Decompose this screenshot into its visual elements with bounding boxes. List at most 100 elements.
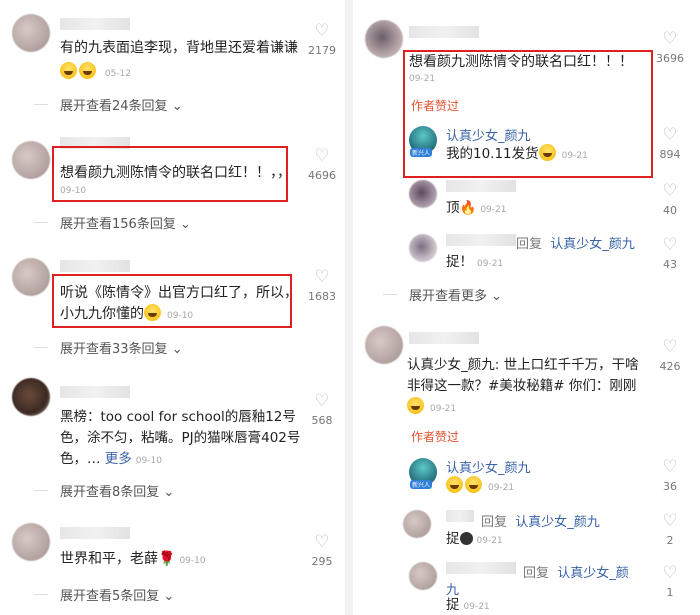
username-blurred[interactable] <box>446 562 516 574</box>
username-blurred[interactable] <box>409 26 479 38</box>
like-button[interactable]: ♡ 36 <box>650 458 690 493</box>
comment-time: 05-12 <box>104 69 132 79</box>
like-count: 2179 <box>308 44 336 57</box>
laugh-emoji-icon <box>79 62 96 79</box>
heart-icon: ♡ <box>314 267 330 287</box>
username-blurred[interactable] <box>60 18 130 30</box>
username-blurred[interactable] <box>409 332 479 344</box>
comment-text: 世界和平，老薛🌹 09-10 <box>60 551 206 567</box>
avatar[interactable] <box>12 141 50 179</box>
comment-text: 有的九表面追李现，背地里还爱着谦谦 <box>60 40 298 56</box>
comment-item: 世界和平，老薛🌹 09-10 ♡ 295 展开查看5条回复 ⌄ <box>0 515 345 615</box>
heart-icon: ♡ <box>314 532 330 552</box>
heart-icon: ♡ <box>314 21 330 41</box>
username-blurred[interactable] <box>446 234 516 246</box>
heart-icon: ♡ <box>662 29 678 49</box>
comment-item: 黑榜：too cool for school的唇釉12号 色，涂不匀，粘嘴。PJ… <box>0 372 345 507</box>
grin-emoji-icon <box>144 304 161 321</box>
like-button[interactable]: ♡ 295 <box>302 533 342 568</box>
heart-icon: ♡ <box>662 235 678 255</box>
comment-time: 09-10 <box>167 311 194 321</box>
reply-target-name[interactable]: 认真少女_颜九 <box>515 515 600 530</box>
reply-target-name[interactable]: 认真少女_颜九 <box>550 237 635 252</box>
rose-icon: 🌹 <box>158 551 176 567</box>
laugh-emoji-icon <box>446 476 463 493</box>
like-count: 2 <box>666 534 674 547</box>
like-count: 4696 <box>308 169 336 182</box>
reply-author-name[interactable]: 认真少女_颜九 <box>446 457 531 476</box>
author-liked-tag: 作者赞过 <box>411 99 460 113</box>
chevron-down-icon: ⌄ <box>163 485 175 500</box>
heart-icon: ♡ <box>662 511 678 531</box>
comment-time: 09-10 <box>60 186 87 196</box>
reply-target: 回复 认真少女_颜九 <box>516 237 635 252</box>
reply-target-name[interactable]: 认真少女_颜 <box>557 566 629 581</box>
like-count: 3696 <box>656 52 684 65</box>
reply-time: 09-21 <box>463 602 490 612</box>
laugh-emoji-icon <box>60 62 77 79</box>
heart-icon: ♡ <box>662 181 678 201</box>
avatar[interactable] <box>409 562 437 590</box>
comment-text: 认真少女_颜九: 世上口红千千万，干啥 非得这一款？#美妆秘籍# 你们：刚刚 0… <box>407 357 639 414</box>
column-divider <box>345 0 353 615</box>
more-link[interactable]: 更多 <box>105 451 132 467</box>
author-avatar[interactable] <box>409 458 437 489</box>
avatar[interactable] <box>12 523 50 561</box>
username-blurred[interactable] <box>446 510 474 522</box>
like-count: 568 <box>311 414 333 427</box>
reply-author-name[interactable]: 认真少女_颜九 <box>446 125 531 144</box>
expand-replies-link[interactable]: 展开查看5条回复 ⌄ <box>33 585 174 604</box>
username-blurred[interactable] <box>446 180 516 192</box>
laugh-emoji-icon <box>465 476 482 493</box>
reply-time: 09-21 <box>488 483 515 493</box>
laugh-emoji-icon <box>407 397 424 414</box>
like-button[interactable]: ♡ 2 <box>650 512 690 547</box>
expand-replies-link[interactable]: 展开查看33条回复 ⌄ <box>34 338 183 357</box>
expand-replies-link[interactable]: 展开查看156条回复 ⌄ <box>34 213 191 232</box>
like-button[interactable]: ♡ 3696 <box>650 30 690 65</box>
like-button[interactable]: ♡ 4696 <box>302 147 342 182</box>
like-count: 1683 <box>308 290 336 303</box>
dark-emoji-icon <box>459 532 473 545</box>
comment-time: 09-10 <box>135 456 162 466</box>
avatar[interactable] <box>409 234 437 262</box>
like-count: 40 <box>663 204 677 217</box>
username-blurred[interactable] <box>60 386 130 398</box>
comment-meta: 05-12 <box>60 62 131 79</box>
comment-text: 想看颜九测陈情令的联名口红！！，， <box>60 165 291 181</box>
username-blurred[interactable] <box>60 527 130 539</box>
like-button[interactable]: ♡ 40 <box>650 182 690 217</box>
like-button[interactable]: ♡ 1683 <box>302 268 342 303</box>
avatar[interactable] <box>365 326 403 364</box>
reply-target: 回复 认真少女_颜九 <box>481 515 600 530</box>
like-button[interactable]: ♡ 2179 <box>302 22 342 57</box>
username-blurred[interactable] <box>60 260 130 272</box>
reply-text: 顶🔥 09-21 <box>446 200 507 216</box>
laugh-emoji-icon <box>538 144 556 161</box>
like-button[interactable]: ♡ 568 <box>302 392 342 427</box>
like-button[interactable]: ♡ 1 <box>650 564 690 599</box>
left-comment-list: 有的九表面追李现，背地里还爱着谦谦 05-12 ♡ 2179 展开查看24条回复… <box>0 0 345 615</box>
right-comment-list: 想看颜九测陈情令的联名口红！！！ 09-21 ♡ 3696 作者赞过 认真少女_… <box>353 0 700 615</box>
comment-time: 09-21 <box>409 74 436 84</box>
like-button[interactable]: ♡ 426 <box>650 338 690 373</box>
comment-item: 想看颜九测陈情令的联名口红！！，， 09-10 ♡ 4696 展开查看156条回… <box>0 125 345 245</box>
expand-replies-link[interactable]: 展开查看8条回复 ⌄ <box>33 481 175 500</box>
avatar[interactable] <box>12 258 50 296</box>
like-count: 894 <box>659 148 681 161</box>
avatar[interactable] <box>12 14 50 52</box>
chevron-down-icon: ⌄ <box>179 217 191 232</box>
avatar[interactable] <box>12 378 50 416</box>
expand-more-link[interactable]: 展开查看更多 ⌄ <box>382 285 503 304</box>
avatar[interactable] <box>365 20 403 58</box>
reply-text: 捉 09-21 <box>446 531 503 547</box>
like-button[interactable]: ♡ 43 <box>650 236 690 271</box>
heart-icon: ♡ <box>314 146 330 166</box>
author-avatar[interactable] <box>409 126 437 157</box>
avatar[interactable] <box>409 180 437 208</box>
like-count: 43 <box>663 258 677 271</box>
like-button[interactable]: ♡ 894 <box>650 126 690 161</box>
chevron-down-icon: ⌄ <box>491 289 503 304</box>
avatar[interactable] <box>403 510 431 538</box>
expand-replies-link[interactable]: 展开查看24条回复 ⌄ <box>34 95 183 114</box>
